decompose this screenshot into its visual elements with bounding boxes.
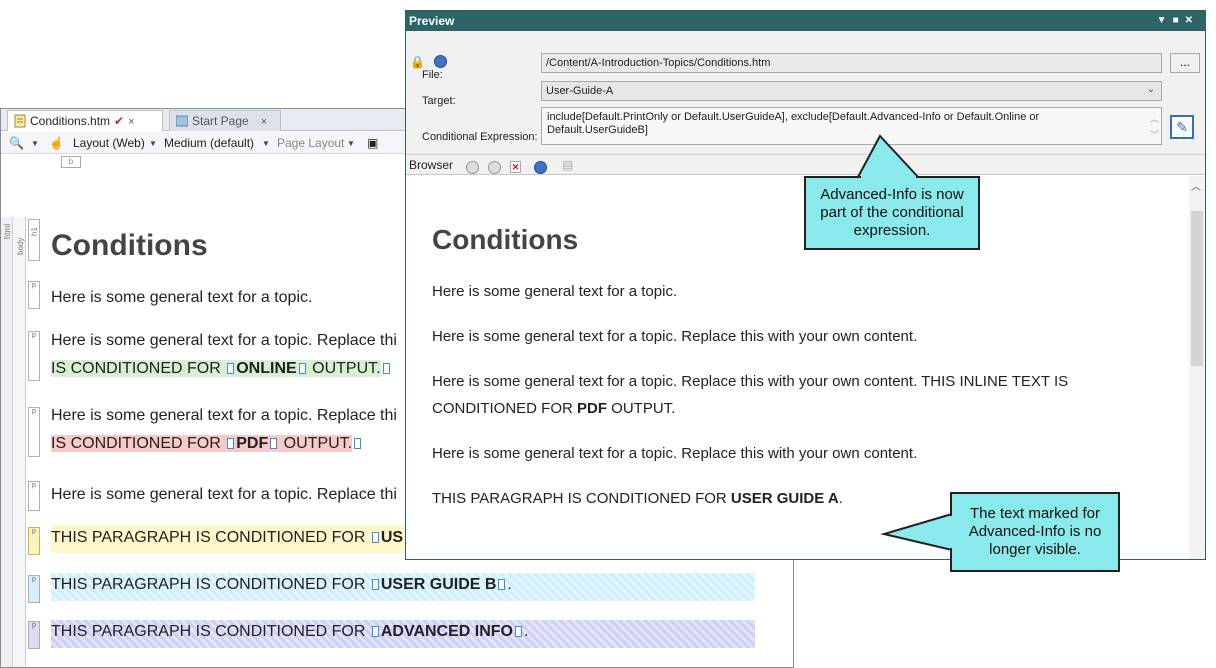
callout-seam-cover xyxy=(861,175,953,548)
